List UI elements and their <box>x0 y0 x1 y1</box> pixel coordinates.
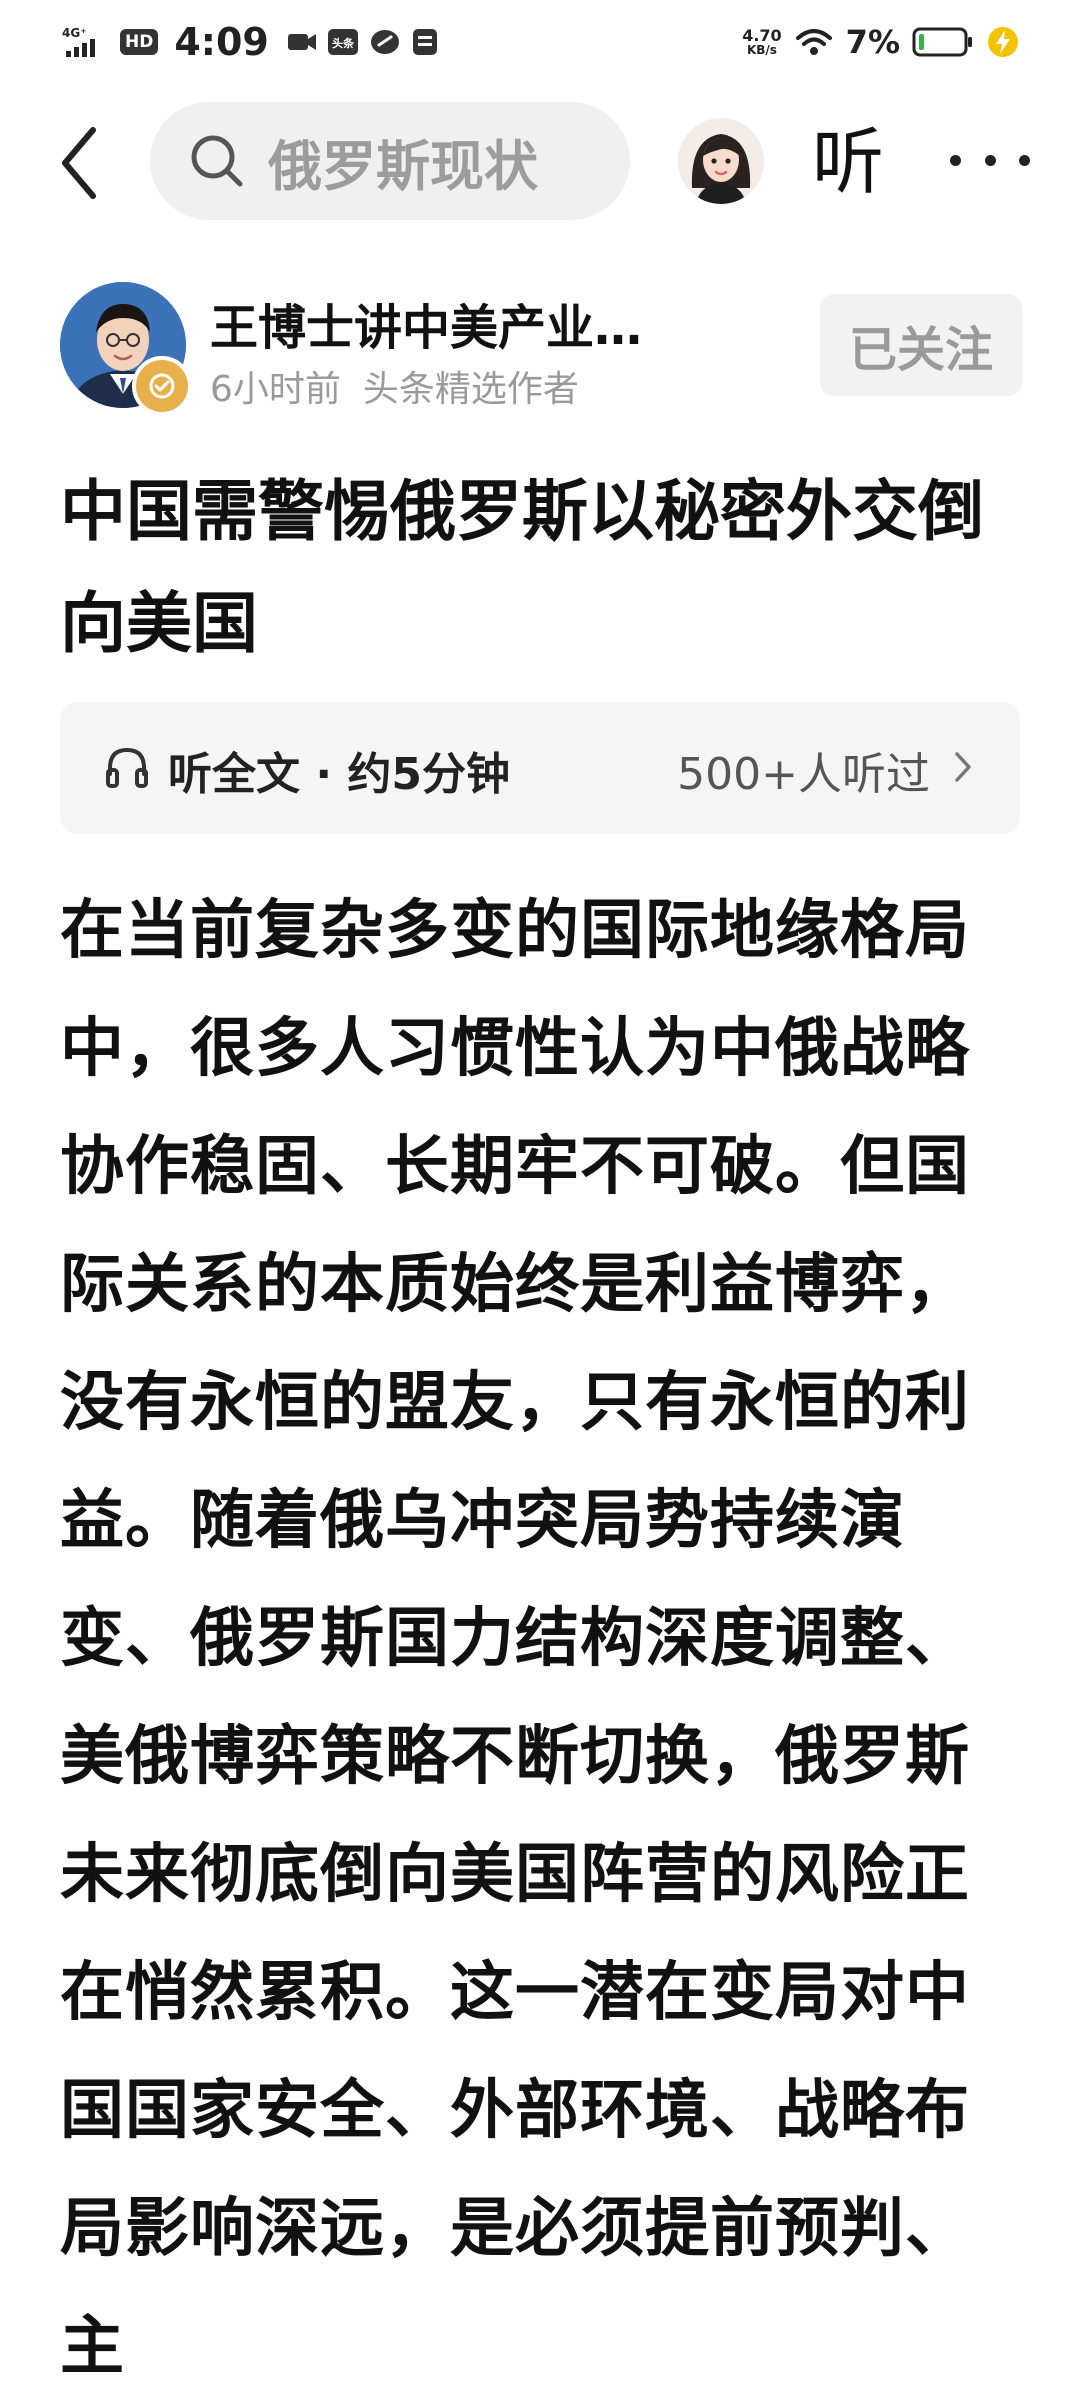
search-icon <box>191 135 243 187</box>
more-icon-dot <box>984 154 996 166</box>
back-button[interactable] <box>44 120 114 206</box>
back-arrow-icon <box>62 127 96 199</box>
verified-badge-icon <box>132 356 192 416</box>
chevron-right-icon <box>955 752 971 782</box>
publish-time: 6小时前 <box>210 369 341 410</box>
more-icon-dot <box>950 154 961 166</box>
user-avatar[interactable] <box>678 118 764 204</box>
svg-text:4G⁺: 4G⁺ <box>62 26 87 40</box>
article-body: 在当前复杂多变的国际地缘格局中，很多人习惯性认为中俄战略协作稳固、长期牢不可破。… <box>60 872 1022 2406</box>
speed-value: 4.70 <box>742 25 782 45</box>
status-bar-right: 4.70 KB/s 7% <box>742 14 1020 70</box>
wifi-icon <box>794 26 834 58</box>
clock: 4:09 <box>174 20 269 64</box>
article-title: 中国需警惕俄罗斯以秘密外交倒向美国 <box>60 473 984 662</box>
charging-icon <box>986 25 1020 59</box>
toutiao-app-icon: 头条 <box>327 28 359 56</box>
link-app-icon <box>369 27 401 57</box>
search-bar[interactable]: 俄罗斯现状 <box>150 102 630 220</box>
author-meta: 6小时前 头条精选作者 <box>210 360 579 412</box>
listen-full-label: 听全文 · 约5分钟 <box>168 749 510 800</box>
status-bar: 4G⁺ HD 4:09 头条 4.70 KB/s 7% <box>0 0 1080 84</box>
listen-count: 500+人听过 <box>677 749 930 800</box>
more-icon-dot <box>1019 154 1030 166</box>
listen-button[interactable]: 听 <box>812 114 884 210</box>
hd-badge: HD <box>120 29 159 55</box>
author-tag: 头条精选作者 <box>362 369 579 410</box>
battery-percent: 7% <box>845 23 900 61</box>
search-query: 俄罗斯现状 <box>268 134 538 198</box>
note-app-icon <box>411 27 439 57</box>
more-button[interactable] <box>950 128 1030 192</box>
svg-text:头条: 头条 <box>332 36 355 50</box>
speed-unit: KB/s <box>746 42 777 57</box>
video-icon <box>287 31 317 53</box>
top-nav-bar: 俄罗斯现状 听 <box>0 98 1080 228</box>
network-speed: 4.70 KB/s <box>742 25 782 57</box>
signal-icon: 4G⁺ <box>62 25 110 59</box>
battery-icon <box>912 26 974 58</box>
article-paragraph: 在当前复杂多变的国际地缘格局中，很多人习惯性认为中俄战略协作稳固、长期牢不可破。… <box>60 894 970 2384</box>
author-name[interactable]: 王博士讲中美产业… <box>210 288 642 358</box>
follow-button[interactable]: 已关注 <box>820 294 1022 396</box>
author-row: 王博士讲中美产业… 6小时前 头条精选作者 已关注 <box>0 278 1080 416</box>
status-bar-left: 4G⁺ HD 4:09 头条 <box>62 14 439 70</box>
listen-full-text-bar[interactable]: 听全文 · 约5分钟 500+人听过 <box>60 702 1020 834</box>
headphone-icon <box>106 747 148 788</box>
